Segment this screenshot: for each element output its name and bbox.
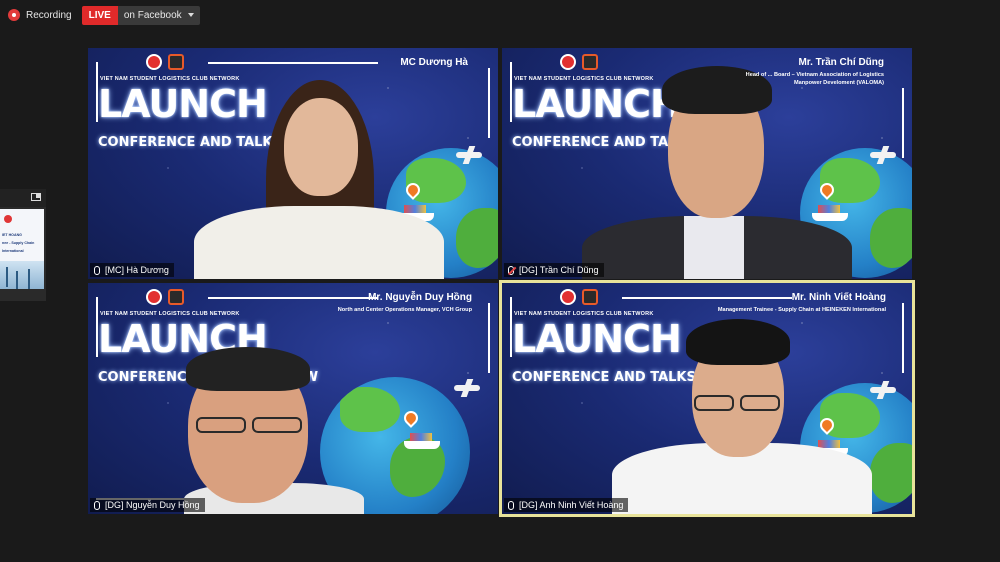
live-target-dropdown[interactable]: on Facebook — [117, 5, 200, 25]
partner-logo-icon — [168, 54, 184, 70]
speaker-title-line-1: Head of ... Board – Vietnam Association … — [745, 72, 884, 78]
speaker-name: Mr. Ninh Viết Hoàng — [791, 292, 886, 303]
frame-line — [488, 68, 490, 138]
recording-icon — [8, 9, 20, 21]
recording-label: Recording — [26, 9, 72, 21]
live-target-label: on Facebook — [123, 9, 182, 21]
speaker-title-line-2: Manpower Develoment (VALOMA) — [793, 79, 884, 86]
crane-image — [0, 261, 44, 289]
participant-name-label: [DG] Trần Chí Dũng — [504, 263, 604, 277]
club-logo-icon — [146, 289, 162, 305]
video-tile-1[interactable]: VIET NAM STUDENT LOGISTICS CLUB NETWORK … — [88, 48, 498, 279]
chevron-down-icon — [187, 13, 194, 17]
thumbnail-text-2: nee - Supply Chain — [2, 241, 35, 245]
minimized-share-thumbnail[interactable]: IET HOANG nee - Supply Chain Internation… — [0, 189, 46, 301]
glasses — [252, 417, 302, 433]
frame-line — [208, 62, 378, 64]
logo-icon — [4, 215, 12, 223]
speaker-title: North and Center Operations Manager, VCH… — [338, 307, 472, 315]
frame-line — [622, 297, 792, 299]
club-logo-icon — [560, 289, 576, 305]
participant-name: [DG] Anh Ninh Viết Hoàng — [519, 500, 624, 510]
speaker-name: Mr. Trần Chí Dũng — [798, 57, 884, 68]
launch-heading: LAUNCH — [512, 82, 682, 126]
thumbnail-text-3: International — [2, 249, 24, 253]
club-logo-icon — [560, 54, 576, 70]
ship-icon — [404, 433, 440, 449]
hair — [686, 319, 790, 365]
club-logos — [146, 54, 184, 70]
airplane-icon — [870, 387, 896, 393]
speaker-title: Management Trainee - Supply Chain at HEI… — [718, 307, 886, 315]
video-tile-4-active-speaker[interactable]: VIET NAM STUDENT LOGISTICS CLUB NETWORK … — [499, 280, 915, 517]
airplane-icon — [456, 152, 482, 158]
thumbnail-text-1: IET HOANG — [2, 233, 22, 237]
launch-heading: LAUNCH — [98, 82, 268, 126]
speaker-title-line-1: Management Trainee - Supply Chain at HEI… — [717, 307, 886, 313]
video-tile-2[interactable]: VIET NAM STUDENT LOGISTICS CLUB NETWORK … — [502, 48, 912, 279]
pin-icon — [94, 265, 100, 275]
participant-name-label: [DG] Anh Ninh Viết Hoàng — [504, 498, 629, 512]
launch-heading: LAUNCH — [512, 317, 682, 361]
video-tile-3[interactable]: VIET NAM STUDENT LOGISTICS CLUB NETWORK … — [88, 283, 498, 514]
frame-line — [902, 303, 904, 373]
participant-name: [DG] Trần Chí Dũng — [519, 265, 599, 275]
glasses — [196, 417, 246, 433]
expand-icon[interactable] — [31, 193, 41, 201]
frame-line — [902, 88, 904, 158]
mic-muted-icon — [508, 265, 514, 275]
speaker-name: Mr. Nguyễn Duy Hồng — [368, 292, 472, 303]
pin-icon — [94, 500, 100, 510]
face — [284, 98, 358, 196]
participant-name-label: [MC] Hà Dương — [90, 263, 174, 277]
live-stream-button[interactable]: LIVE on Facebook — [81, 5, 200, 25]
participant-name: [DG] Nguyễn Duy Hồng — [105, 500, 200, 510]
jacket — [194, 206, 444, 279]
speaker-name: MC Dương Hà — [400, 57, 468, 68]
club-logos — [146, 289, 184, 305]
partner-logo-icon — [582, 289, 598, 305]
frame-line — [208, 297, 378, 299]
live-badge: LIVE — [81, 5, 118, 25]
airplane-icon — [454, 385, 480, 391]
shirt — [684, 216, 744, 279]
speaker-title: Head of ... Board – Vietnam Association … — [746, 72, 884, 87]
thumbnail-toolbar — [0, 189, 46, 207]
recording-bar: Recording LIVE on Facebook — [8, 5, 200, 25]
partner-logo-icon — [582, 54, 598, 70]
pin-icon — [508, 500, 514, 510]
club-logos — [560, 54, 598, 70]
thumbnail-slide: IET HOANG nee - Supply Chain Internation… — [0, 209, 44, 289]
hair — [186, 347, 310, 391]
speaker-title-line-1: North and Center Operations Manager, VCH… — [337, 307, 472, 313]
club-logo-icon — [146, 54, 162, 70]
club-logos — [560, 289, 598, 305]
glasses — [694, 395, 734, 411]
frame-line — [488, 303, 490, 373]
partner-logo-icon — [168, 289, 184, 305]
participant-name: [MC] Hà Dương — [105, 265, 169, 275]
participant-name-label: [DG] Nguyễn Duy Hồng — [90, 498, 205, 512]
glasses — [740, 395, 780, 411]
airplane-icon — [870, 152, 896, 158]
ship-icon — [812, 205, 848, 221]
